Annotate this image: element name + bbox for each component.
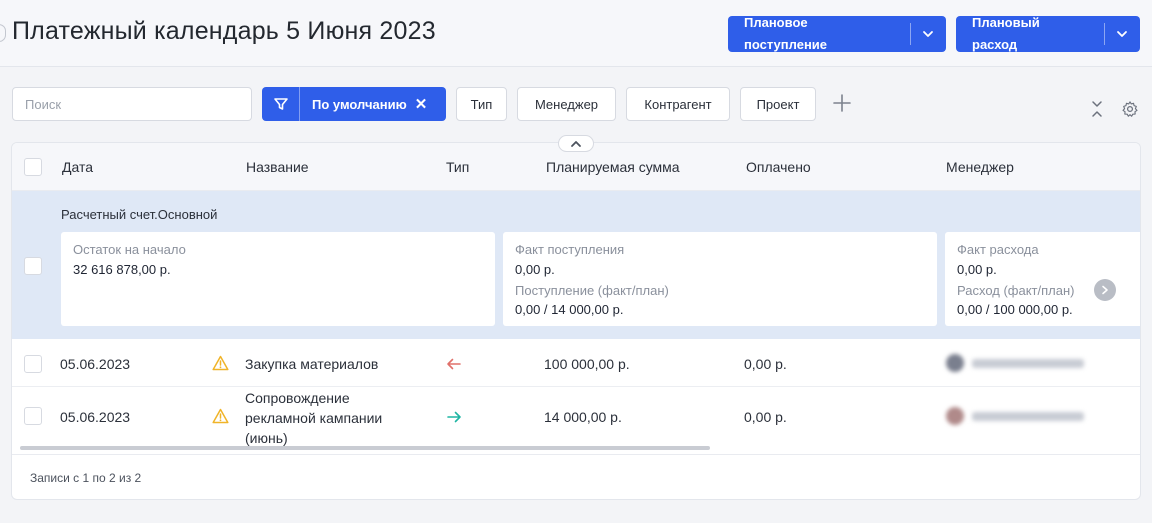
scroll-right-button[interactable]	[1094, 279, 1116, 301]
page-title: Платежный календарь 5 Июня 2023	[12, 17, 436, 45]
filter-chip-type[interactable]: Тип	[456, 87, 507, 121]
row-name[interactable]: Сопровождение	[245, 390, 350, 406]
search-input[interactable]	[12, 87, 252, 121]
filter-chip-manager[interactable]: Менеджер	[517, 87, 616, 121]
arrow-left-icon	[447, 358, 461, 370]
row-paid: 0,00 р.	[744, 409, 787, 425]
table-row[interactable]: 05.06.2023 Закупка материалов 100 000,00…	[12, 340, 1140, 387]
planned-expense-button[interactable]: Плановый расход	[956, 15, 1140, 52]
row-paid: 0,00 р.	[744, 356, 787, 372]
opening-balance-card: Остаток на начало 32 616 878,00 р.	[61, 232, 495, 326]
gear-icon[interactable]	[1121, 100, 1139, 118]
warning-icon	[212, 355, 229, 371]
income-summary-card: Факт поступления 0,00 р. Поступление (фа…	[503, 232, 937, 326]
expense-ratio-value: 0,00 / 100 000,00 р.	[957, 302, 1073, 317]
income-ratio-label: Поступление (факт/план)	[515, 283, 669, 298]
filter-chip-project[interactable]: Проект	[740, 87, 816, 121]
planned-expense-label[interactable]: Плановый расход	[956, 15, 1105, 52]
planned-income-label[interactable]: Плановое поступление	[728, 15, 911, 52]
chevron-down-icon[interactable]	[1105, 16, 1139, 52]
income-ratio-value: 0,00 / 14 000,00 р.	[515, 302, 624, 317]
column-planned-sum[interactable]: Планируемая сумма	[546, 159, 680, 175]
row-planned-sum: 100 000,00 р.	[544, 356, 630, 372]
collapse-filters-toggle[interactable]	[558, 135, 594, 152]
chevron-down-icon[interactable]	[911, 16, 945, 52]
chevron-up-icon	[571, 140, 581, 147]
expense-fact-value: 0,00 р.	[957, 262, 997, 277]
column-name[interactable]: Название	[246, 159, 309, 175]
column-manager[interactable]: Менеджер	[946, 159, 1014, 175]
row-date: 05.06.2023	[60, 409, 131, 425]
opening-balance-value: 32 616 878,00 р.	[73, 262, 171, 277]
manager-avatar	[946, 407, 1084, 425]
income-fact-label: Факт поступления	[515, 242, 625, 257]
chevron-right-icon	[1102, 285, 1108, 295]
row-checkbox[interactable]	[24, 355, 42, 373]
back-icon[interactable]	[0, 24, 6, 42]
income-fact-value: 0,00 р.	[515, 262, 555, 277]
active-filter[interactable]: По умолчанию ✕	[262, 87, 446, 121]
collapse-icon[interactable]	[1090, 99, 1104, 119]
horizontal-scrollbar[interactable]	[20, 446, 710, 450]
warning-icon	[212, 408, 229, 424]
row-planned-sum: 14 000,00 р.	[544, 409, 622, 425]
expense-fact-label: Факт расхода	[957, 242, 1039, 257]
active-filter-label: По умолчанию	[312, 96, 407, 112]
expense-summary-card: Факт расхода 0,00 р. Расход (факт/план) …	[945, 232, 1140, 326]
row-name[interactable]: (июнь)	[245, 430, 288, 446]
column-paid[interactable]: Оплачено	[746, 159, 811, 175]
table-row[interactable]: 05.06.2023 Сопровождение рекламной кампа…	[12, 387, 1140, 447]
select-all-checkbox[interactable]	[24, 158, 42, 176]
expense-ratio-label: Расход (факт/план)	[957, 283, 1075, 298]
arrow-right-icon	[447, 411, 461, 423]
close-icon[interactable]: ✕	[415, 95, 428, 113]
manager-avatar	[946, 354, 1084, 372]
row-date: 05.06.2023	[60, 356, 131, 372]
payments-table: Дата Название Тип Планируемая сумма Опла…	[11, 142, 1141, 500]
page-header: Платежный календарь 5 Июня 2023 Плановое…	[0, 0, 1152, 67]
row-name[interactable]: рекламной кампании	[245, 410, 382, 426]
account-group: Расчетный счет.Основной Остаток на начал…	[12, 191, 1140, 339]
planned-income-button[interactable]: Плановое поступление	[728, 15, 946, 52]
column-date[interactable]: Дата	[62, 159, 93, 175]
filter-chip-counterparty[interactable]: Контрагент	[626, 87, 730, 121]
group-checkbox[interactable]	[24, 257, 42, 275]
row-checkbox[interactable]	[24, 407, 42, 425]
opening-balance-label: Остаток на начало	[73, 242, 186, 257]
group-title: Расчетный счет.Основной	[61, 207, 218, 222]
divider	[12, 454, 1140, 455]
filter-icon[interactable]	[262, 87, 300, 121]
row-name[interactable]: Закупка материалов	[245, 356, 378, 372]
plus-icon[interactable]	[831, 92, 853, 114]
records-count: Записи с 1 по 2 из 2	[30, 471, 142, 485]
column-type[interactable]: Тип	[446, 159, 469, 175]
